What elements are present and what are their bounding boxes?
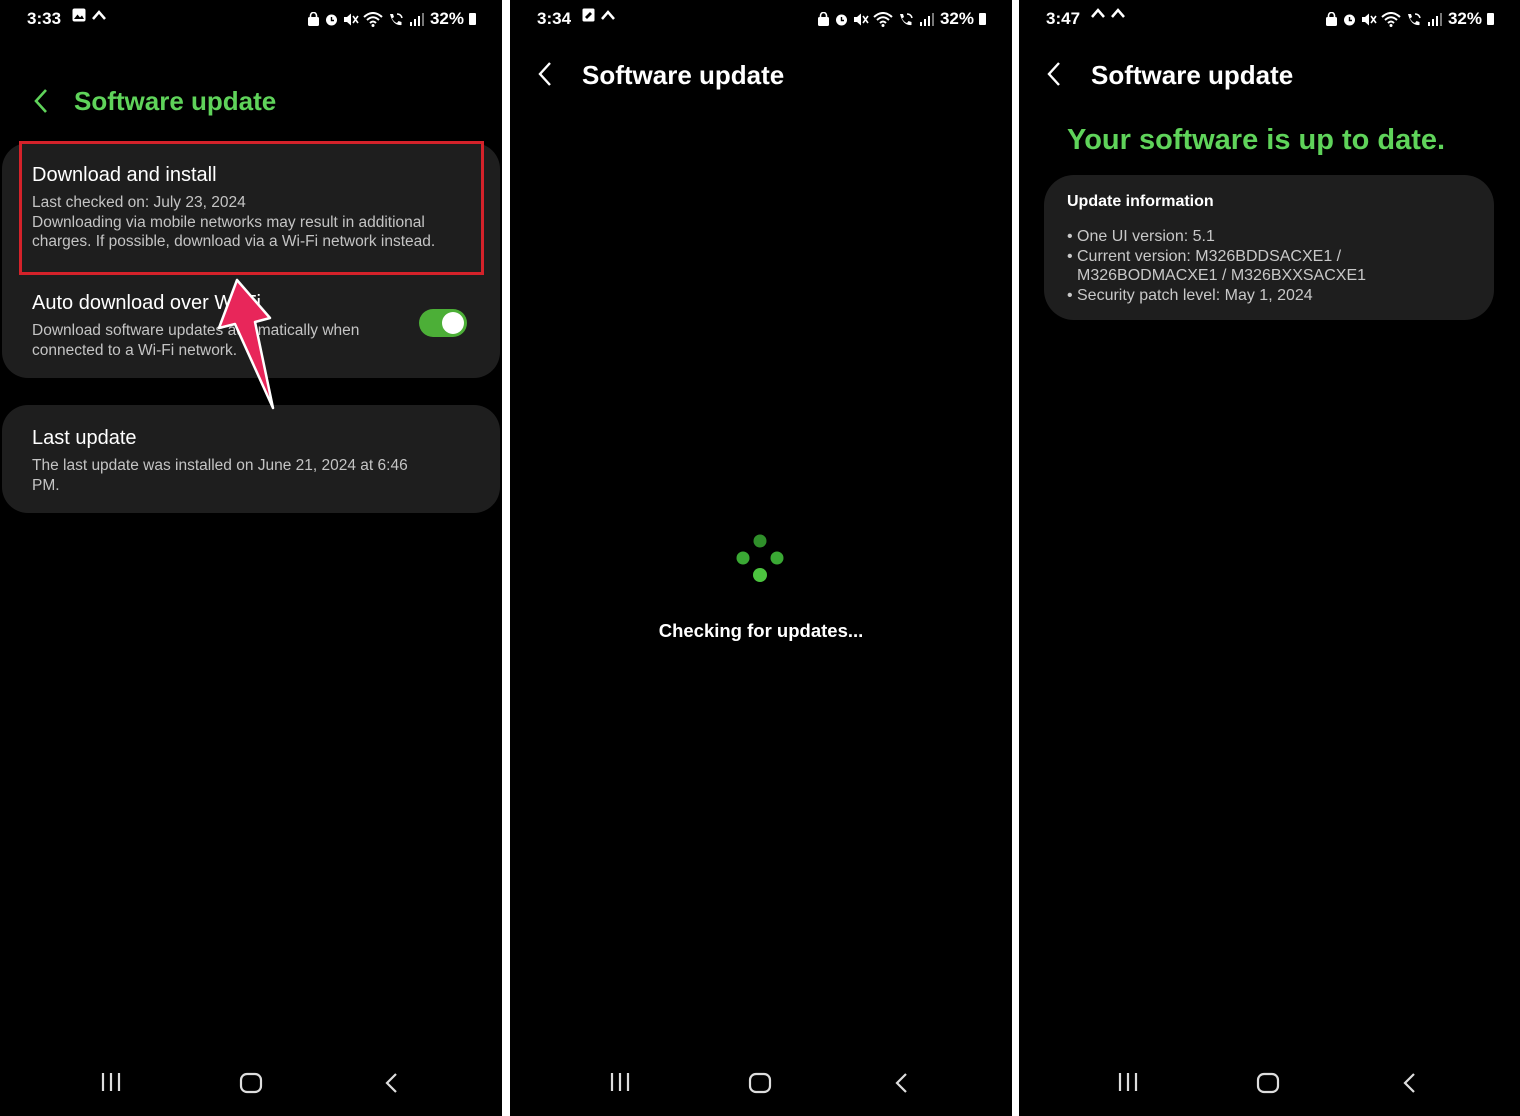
one-ui-version: One UI version: 5.1 [1077, 228, 1215, 245]
navigation-bar [0, 1052, 502, 1116]
home-icon[interactable] [1256, 1072, 1280, 1094]
lock-icon [817, 12, 829, 26]
checking-text: Checking for updates... [658, 620, 864, 641]
notification-icons [1091, 8, 1125, 18]
alarm-icon [835, 14, 847, 25]
update-information-card: Update information • One UI version: 5.1 … [1044, 175, 1494, 320]
info-title: Update information [1067, 193, 1214, 210]
chevron-up-icon [1091, 8, 1105, 18]
status-bar: 3:33 32% [0, 0, 502, 38]
highlight-box [19, 141, 484, 275]
battery-icon [469, 13, 476, 25]
system-icons: 32% [817, 9, 986, 29]
back-arrow-icon[interactable] [537, 61, 553, 87]
item-subtitle: Download software updates automatically … [32, 321, 359, 360]
nav-back-icon[interactable] [1401, 1072, 1417, 1094]
auto-sub-line2: connected to a Wi-Fi network. [32, 341, 238, 359]
back-arrow-icon[interactable] [1046, 61, 1062, 87]
back-arrow-icon[interactable] [33, 88, 49, 114]
status-time: 3:47 [1046, 9, 1081, 28]
battery-icon [979, 13, 986, 25]
toggle-knob [442, 312, 464, 334]
navigation-bar [1019, 1052, 1520, 1116]
auto-sub-line1: Download software updates automatically … [32, 322, 360, 339]
list-item: • One UI version: 5.1 [1067, 228, 1215, 245]
status-bar: 3:47 32% [1019, 0, 1520, 38]
recent-apps-icon[interactable] [609, 1072, 631, 1092]
up-to-date-headline: Your software is up to date. [1067, 124, 1446, 156]
phone-screen-1: 3:33 32% Software update Download and in… [0, 0, 502, 1116]
navigation-bar [510, 1052, 1012, 1116]
lock-icon [307, 12, 319, 26]
recent-apps-icon[interactable] [100, 1072, 122, 1092]
chevron-up-icon [1111, 8, 1125, 18]
list-item-continuation: M326BODMACXE1 / M326BXXSACXE1 [1067, 266, 1366, 286]
auto-download-toggle[interactable] [419, 309, 467, 337]
recent-apps-icon[interactable] [1117, 1072, 1139, 1092]
system-icons: 32% [307, 9, 476, 29]
battery-percent: 32% [1447, 9, 1482, 28]
phone-screen-2: 3:34 32% Software update Checking for up… [510, 0, 1012, 1116]
notification-icons [582, 8, 615, 22]
mute-icon [853, 13, 869, 25]
wifi-calling-icon [1407, 12, 1421, 25]
chevron-up-icon [92, 10, 106, 20]
mute-icon [343, 13, 359, 25]
security-patch-level: Security patch level: May 1, 2024 [1077, 286, 1313, 304]
info-list: • One UI version: 5.1 • Current version: M… [1067, 227, 1366, 305]
gallery-icon [72, 8, 86, 22]
document-icon [582, 8, 595, 22]
page-title: Software update [74, 86, 277, 116]
list-item: • Current version: M326BDDSACXE1 / [1067, 247, 1342, 265]
battery-icon [1487, 13, 1494, 25]
notification-icons [72, 8, 106, 22]
wifi-calling-icon [389, 12, 403, 25]
last-update-line2: PM. [32, 476, 60, 494]
home-icon[interactable] [748, 1072, 772, 1094]
list-item: • Security patch level: May 1, 2024 [1067, 286, 1313, 304]
alarm-icon [1343, 14, 1355, 25]
status-time: 3:33 [27, 9, 62, 28]
pointer-arrow-icon [217, 278, 275, 410]
phone-screen-3: 3:47 32% Software update Your software i… [1019, 0, 1520, 1116]
item-subtitle: The last update was installed on June 21… [32, 456, 408, 495]
status-time: 3:34 [537, 9, 572, 28]
battery-percent: 32% [429, 9, 464, 28]
battery-percent: 32% [939, 9, 974, 28]
nav-back-icon[interactable] [383, 1072, 399, 1094]
wifi-calling-icon [899, 12, 913, 25]
loading-spinner-icon [736, 534, 784, 582]
page-title: Software update [582, 60, 785, 90]
system-icons: 32% [1325, 9, 1494, 29]
signal-icon [1427, 13, 1442, 26]
lock-icon [1325, 12, 1337, 26]
nav-back-icon[interactable] [893, 1072, 909, 1094]
mute-icon [1361, 13, 1377, 25]
current-version: Current version: M326BDDSACXE1 / [1077, 247, 1342, 265]
last-update-card[interactable]: Last update The last update was installe… [2, 405, 500, 513]
last-update-line1: The last update was installed on June 21… [32, 457, 408, 474]
wifi-icon [873, 11, 893, 27]
home-icon[interactable] [239, 1072, 263, 1094]
chevron-up-icon [601, 10, 615, 20]
signal-icon [409, 13, 424, 26]
wifi-icon [363, 11, 383, 27]
item-title: Last update [32, 427, 137, 449]
wifi-icon [1381, 11, 1401, 27]
signal-icon [919, 13, 934, 26]
alarm-icon [325, 14, 337, 25]
status-bar: 3:34 32% [510, 0, 1012, 38]
page-title: Software update [1091, 60, 1294, 90]
current-version-cont: M326BODMACXE1 / M326BXXSACXE1 [1077, 267, 1367, 284]
